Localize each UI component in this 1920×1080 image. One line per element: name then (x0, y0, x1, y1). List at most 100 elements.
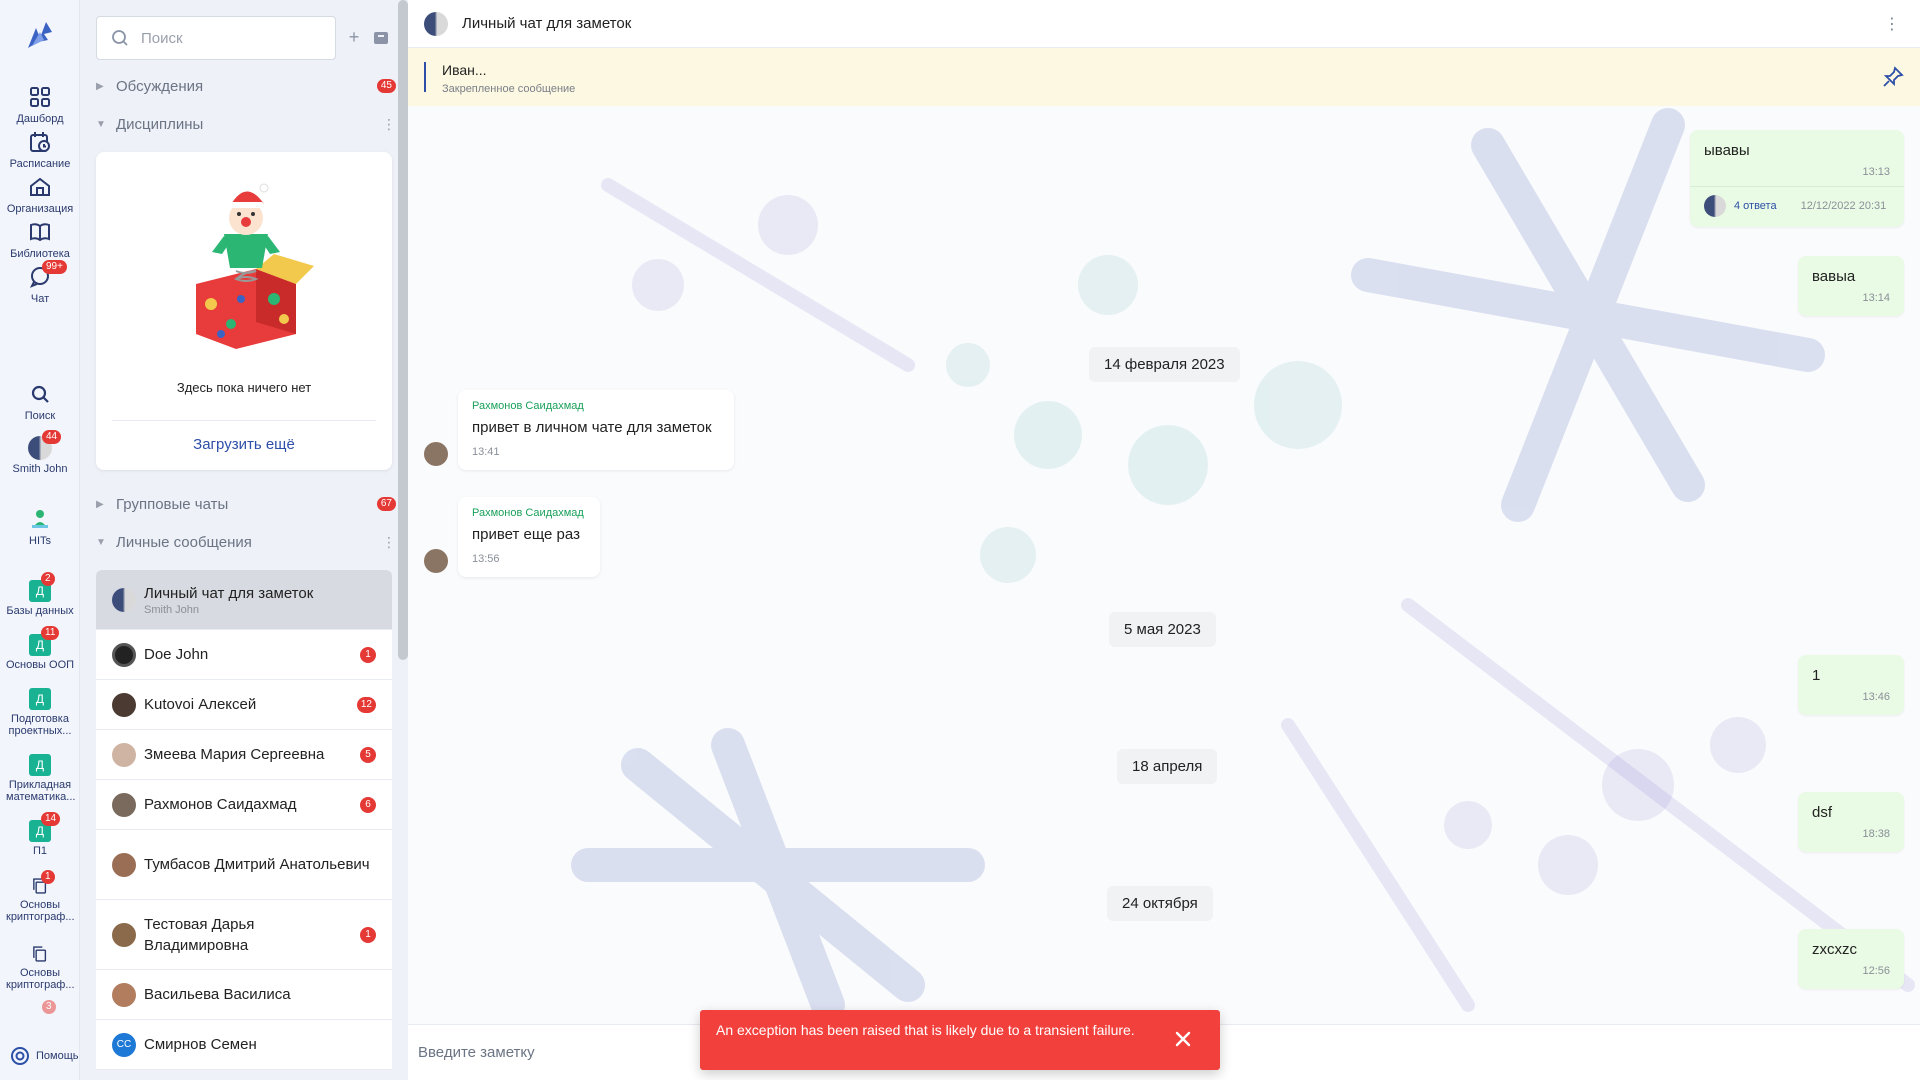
schedule-icon (30, 132, 50, 152)
close-icon[interactable] (1172, 1028, 1194, 1050)
section-group-chats[interactable]: ▶ Групповые чаты 67 (96, 492, 396, 516)
pinned-label: Закрепленное сообщение (442, 83, 576, 95)
organization-icon (30, 177, 50, 196)
course-badge: 1 (41, 870, 55, 884)
avatar (112, 852, 136, 877)
chat-row-smirnov[interactable]: СС Смирнов Семен (96, 1020, 392, 1070)
rail-label: П1 (32, 845, 48, 857)
chat-row-tumbasov[interactable]: Тумбасов Дмитрий Анатольевич (96, 830, 392, 900)
chat-list: Личный чат для заметок Smith John Doe Jo… (96, 570, 392, 1070)
unread-badge: 12 (356, 696, 376, 713)
pin-icon[interactable] (1882, 66, 1904, 88)
rail-label: Поиск (24, 410, 56, 422)
avatar (424, 549, 448, 573)
thread-summary[interactable]: 4 ответа 12/12/2022 20:31 (1690, 186, 1904, 227)
chat-row-names: Смирнов Семен (144, 1034, 376, 1055)
rail-profile[interactable]: 44 Smith John (0, 430, 80, 475)
rail-course-p1[interactable]: Д 14 П1 (0, 812, 80, 857)
help-button[interactable]: Помощь (10, 1046, 79, 1066)
rail-course-projects[interactable]: Д Подготовка проектных... (0, 688, 80, 737)
rail-course-databases[interactable]: Д 2 Базы данных (0, 572, 80, 617)
message-text: ывавы (1704, 142, 1750, 159)
message-outgoing[interactable]: dsf 18:38 (1798, 792, 1904, 852)
app-logo-icon[interactable] (22, 18, 58, 54)
rail-search[interactable]: Поиск (0, 381, 80, 422)
add-icon[interactable]: + (345, 28, 363, 46)
chat-row-testovaya[interactable]: Тестовая Дарья Владимировна 1 (96, 900, 392, 970)
section-discussions[interactable]: ▶ Обсуждения 45 (96, 74, 396, 98)
message-time: 13:13 (1862, 166, 1890, 178)
chat-row-vasilyeva[interactable]: Васильева Василиса (96, 970, 392, 1020)
message-outgoing[interactable]: ывавы 13:13 4 ответа 12/12/2022 20:31 (1690, 130, 1904, 227)
message-outgoing[interactable]: 1 13:46 (1798, 655, 1904, 715)
section-count-badge: 67 (376, 497, 396, 511)
rail-schedule[interactable]: Расписание (0, 129, 80, 170)
message-outgoing[interactable]: вавыа 13:14 (1798, 256, 1904, 316)
rail-course-oop[interactable]: Д 11 Основы ООП (0, 626, 80, 671)
chat-row-rakhmonov[interactable]: Рахмонов Саидахмад 6 (96, 780, 392, 830)
message-bubble: Рахмонов Саидахмад привет еще раз 13:56 (458, 497, 600, 577)
message-time: 13:41 (472, 446, 500, 458)
rail-library[interactable]: Библиотека (0, 219, 80, 260)
avatar (112, 922, 136, 947)
load-more-button[interactable]: Загрузить ещё (96, 436, 392, 453)
message-author[interactable]: Рахмонов Саидахмад (472, 507, 586, 519)
chat-row-kutovoi[interactable]: Kutovoi Алексей 12 (96, 680, 392, 730)
thread-last-date: 12/12/2022 20:31 (1800, 200, 1887, 212)
rail-course-math[interactable]: Д Прикладная математика... (0, 754, 80, 803)
message-text: вавыа (1812, 268, 1856, 285)
more-vertical-icon[interactable]: ⋮ (1884, 14, 1900, 34)
jack-in-box-illustration-icon (196, 183, 314, 349)
pinned-message-bar[interactable]: Иван... Закрепленное сообщение (408, 48, 1920, 106)
rail-course-crypto-1[interactable]: 1 Основы криптограф... (0, 870, 80, 923)
profile-badge: 44 (42, 430, 62, 444)
chat-row-doe-john[interactable]: Doe John 1 (96, 630, 392, 680)
message-incoming[interactable]: Рахмонов Саидахмад привет в личном чате … (424, 390, 734, 470)
chat-header: Личный чат для заметок ⋮ (408, 0, 1920, 48)
divider (112, 420, 376, 421)
message-text: dsf (1812, 804, 1833, 821)
search-input[interactable] (141, 29, 321, 47)
sidebar-scrollbar[interactable] (398, 0, 408, 660)
more-vertical-icon[interactable]: ⋮ (382, 534, 396, 551)
chat-title: Рахмонов Саидахмад (144, 796, 297, 813)
section-disciplines[interactable]: ▼ Дисциплины ⋮ (96, 112, 396, 136)
more-vertical-icon[interactable]: ⋮ (382, 116, 396, 133)
chat-row-names: Doe John (144, 644, 360, 665)
rail-label: HITs (29, 535, 51, 547)
rail-organization[interactable]: Организация (0, 174, 80, 215)
avatar (112, 642, 136, 667)
chat-subtitle: Smith John (144, 604, 200, 616)
rail-label: Основы криптограф... (6, 899, 75, 923)
hits-icon (32, 510, 48, 528)
chevron-down-icon: ▼ (96, 118, 106, 130)
avatar (424, 442, 448, 466)
rail-label: Основы криптограф... (6, 967, 75, 991)
message-incoming[interactable]: Рахмонов Саидахмад привет еще раз 13:56 (424, 497, 600, 577)
message-outgoing[interactable]: zxcxzc 12:56 (1798, 929, 1904, 989)
archive-icon[interactable] (372, 28, 390, 46)
empty-disciplines-card: Здесь пока ничего нет Загрузить ещё (96, 152, 392, 470)
message-text: привет в личном чате для заметок (472, 419, 712, 436)
rail-course-crypto-2[interactable]: Основы криптограф... (0, 944, 80, 991)
message-text: 1 (1812, 667, 1821, 684)
empty-state-text: Здесь пока ничего нет (176, 380, 312, 395)
section-label: Обсуждения (116, 77, 204, 95)
chat-row-zmeeva[interactable]: Змеева Мария Сергеевна 5 (96, 730, 392, 780)
avatar (112, 982, 136, 1007)
message-author[interactable]: Рахмонов Саидахмад (472, 400, 720, 412)
thread-replies-link[interactable]: 4 ответа (1734, 200, 1777, 212)
help-icon (11, 1047, 29, 1065)
chat-title: Тестовая Дарья Владимировна (144, 915, 255, 954)
rail-dashboard[interactable]: Дашборд (0, 84, 80, 125)
chat-row-notes[interactable]: Личный чат для заметок Smith John (96, 570, 392, 630)
chevron-down-icon: ▼ (96, 536, 106, 548)
section-direct-messages[interactable]: ▼ Личные сообщения ⋮ (96, 530, 396, 554)
rail-label: Основы ООП (5, 659, 75, 671)
search-icon (112, 30, 128, 46)
rail-label: Чат (30, 293, 50, 305)
error-toast: An exception has been raised that is lik… (700, 1010, 1220, 1070)
rail-chat[interactable]: 99+ Чат (0, 260, 80, 305)
rail-hits[interactable]: HITs (0, 506, 80, 547)
chat-row-names: Рахмонов Саидахмад (144, 794, 360, 815)
